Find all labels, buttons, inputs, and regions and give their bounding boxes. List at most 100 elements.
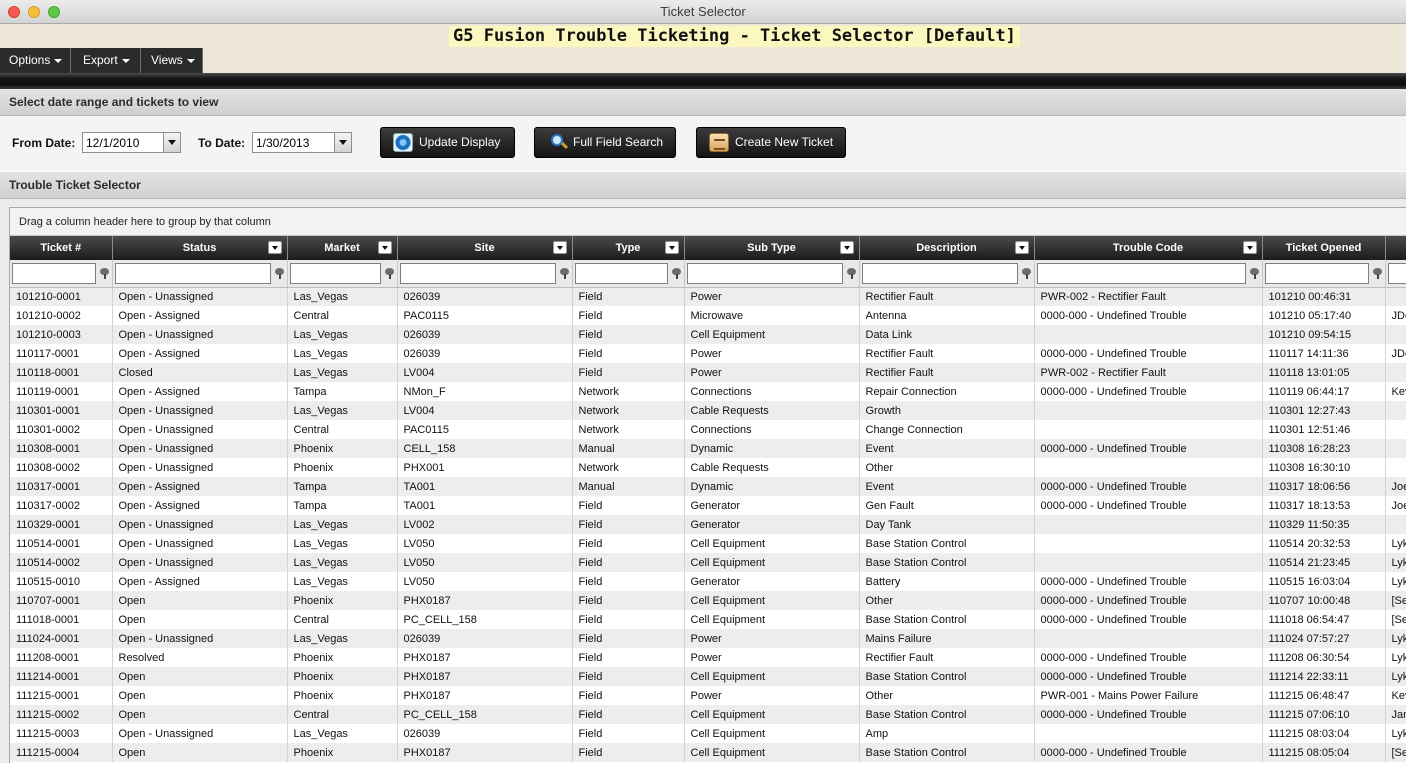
- table-row[interactable]: 111215-0001 Open Phoenix PHX0187 Field Power O…: [10, 686, 1406, 705]
- filter-icon[interactable]: [1021, 268, 1031, 279]
- table-cell: Open - Assigned: [112, 344, 288, 363]
- window-minimize-icon[interactable]: [28, 6, 40, 18]
- window-zoom-icon[interactable]: [48, 6, 60, 18]
- table-cell: 110308-0001: [10, 439, 113, 458]
- table-cell: Las_Vegas: [287, 724, 398, 743]
- refresh-icon: [393, 133, 413, 152]
- table-row[interactable]: 110514-0002 Open - Unassigned Las_Vegas LV0…: [10, 553, 1406, 572]
- filter-icon[interactable]: [99, 268, 109, 279]
- table-cell: [1034, 458, 1263, 477]
- filter-icon[interactable]: [1372, 268, 1382, 279]
- column-menu-icon[interactable]: [377, 241, 392, 254]
- table-row[interactable]: 110317-0001 Open - Assigned Tampa TA001 Manu…: [10, 477, 1406, 496]
- export-menu[interactable]: Export: [71, 48, 141, 73]
- column-header[interactable]: Ticket Opened: [1262, 236, 1386, 260]
- from-date-picker[interactable]: [82, 132, 181, 153]
- group-by-drop-zone[interactable]: Drag a column header here to group by th…: [10, 208, 1406, 236]
- table-cell: Jan: [1385, 705, 1406, 724]
- window-close-icon[interactable]: [8, 6, 20, 18]
- column-menu-icon[interactable]: [1242, 241, 1257, 254]
- table-row[interactable]: 101210-0002 Open - Assigned Central PAC0115…: [10, 306, 1406, 325]
- column-header[interactable]: Sub Type: [684, 236, 860, 260]
- table-cell: [1034, 629, 1263, 648]
- table-row[interactable]: 110117-0001 Open - Assigned Las_Vegas 02603…: [10, 344, 1406, 363]
- table-row[interactable]: 110707-0001 Open Phoenix PHX0187 Field Cell E…: [10, 591, 1406, 610]
- table-row[interactable]: 110308-0001 Open - Unassigned Phoenix CELL_…: [10, 439, 1406, 458]
- column-menu-icon[interactable]: [552, 241, 567, 254]
- table-row[interactable]: 110118-0001 Closed Las_Vegas LV004 Field Powe…: [10, 363, 1406, 382]
- to-date-picker[interactable]: [252, 132, 352, 153]
- table-cell: [1034, 515, 1263, 534]
- table-row[interactable]: 110515-0010 Open - Assigned Las_Vegas LV050…: [10, 572, 1406, 591]
- column-filter-input[interactable]: [861, 262, 1018, 284]
- column-filter-input[interactable]: [399, 262, 556, 284]
- column-filter-input[interactable]: [686, 262, 843, 284]
- filter-icon[interactable]: [671, 268, 681, 279]
- table-cell: 110317-0001: [10, 477, 113, 496]
- column-header[interactable]: Market: [287, 236, 398, 260]
- table-row[interactable]: 110119-0001 Open - Assigned Tampa NMon_F Net…: [10, 382, 1406, 401]
- filter-icon[interactable]: [274, 268, 284, 279]
- table-row[interactable]: 111215-0003 Open - Unassigned Las_Vegas 026…: [10, 724, 1406, 743]
- column-header[interactable]: Description: [859, 236, 1035, 260]
- column-filter-input[interactable]: [1036, 262, 1246, 284]
- table-row[interactable]: 110317-0002 Open - Assigned Tampa TA001 Fiel…: [10, 496, 1406, 515]
- column-header[interactable]: Site: [397, 236, 573, 260]
- column-header[interactable]: Ticket #: [10, 236, 113, 260]
- table-cell: Kev: [1385, 382, 1406, 401]
- table-row[interactable]: 110514-0001 Open - Unassigned Las_Vegas LV0…: [10, 534, 1406, 553]
- table-cell: PAC0115: [397, 420, 573, 439]
- column-header[interactable]: [1385, 236, 1406, 260]
- column-filter-input[interactable]: [1387, 262, 1406, 284]
- column-filter-input[interactable]: [12, 262, 96, 284]
- column-filter-input[interactable]: [114, 262, 271, 284]
- filter-icon[interactable]: [559, 268, 569, 279]
- table-row[interactable]: 111215-0004 Open Phoenix PHX0187 Field Cell E…: [10, 743, 1406, 762]
- table-cell: LV050: [397, 553, 573, 572]
- chevron-down-icon[interactable]: [163, 133, 180, 152]
- table-row[interactable]: 111215-0002 Open Central PC_CELL_158 Field Ce…: [10, 705, 1406, 724]
- table-row[interactable]: 111018-0001 Open Central PC_CELL_158 Field Ce…: [10, 610, 1406, 629]
- column-menu-icon[interactable]: [1014, 241, 1029, 254]
- table-row[interactable]: 101210-0003 Open - Unassigned Las_Vegas 026…: [10, 325, 1406, 344]
- column-menu-icon[interactable]: [664, 241, 679, 254]
- table-cell: Other: [859, 591, 1035, 610]
- table-row[interactable]: 111024-0001 Open - Unassigned Las_Vegas 026…: [10, 629, 1406, 648]
- chevron-down-icon[interactable]: [334, 133, 351, 152]
- update-display-button[interactable]: Update Display: [380, 127, 515, 158]
- column-filter-input[interactable]: [1264, 262, 1369, 284]
- table-row[interactable]: 111214-0001 Open Phoenix PHX0187 Field Cell E…: [10, 667, 1406, 686]
- options-menu[interactable]: Options: [0, 48, 71, 73]
- table-cell: [1034, 420, 1263, 439]
- table-row[interactable]: 111208-0001 Resolved Phoenix PHX0187 Field Po…: [10, 648, 1406, 667]
- column-header[interactable]: Trouble Code: [1034, 236, 1263, 260]
- table-cell: Cable Requests: [684, 401, 860, 420]
- table-row[interactable]: 110329-0001 Open - Unassigned Las_Vegas LV0…: [10, 515, 1406, 534]
- table-cell: [1385, 401, 1406, 420]
- full-field-search-button[interactable]: Full Field Search: [534, 127, 676, 158]
- table-row[interactable]: 110301-0002 Open - Unassigned Central PAC01…: [10, 420, 1406, 439]
- filter-cell: [287, 260, 398, 288]
- table-row[interactable]: 110308-0002 Open - Unassigned Phoenix PHX00…: [10, 458, 1406, 477]
- column-menu-icon[interactable]: [839, 241, 854, 254]
- table-cell: 110308 16:30:10: [1262, 458, 1386, 477]
- filter-icon[interactable]: [846, 268, 856, 279]
- table-row[interactable]: 101210-0001 Open - Unassigned Las_Vegas 026…: [10, 287, 1406, 306]
- table-row[interactable]: 110301-0001 Open - Unassigned Las_Vegas LV0…: [10, 401, 1406, 420]
- table-cell: 110317 18:13:53: [1262, 496, 1386, 515]
- table-cell: CELL_158: [397, 439, 573, 458]
- create-new-ticket-button[interactable]: Create New Ticket: [696, 127, 846, 158]
- filter-icon[interactable]: [1249, 268, 1259, 279]
- filter-icon[interactable]: [384, 268, 394, 279]
- filter-cell: [1034, 260, 1263, 288]
- table-cell: Las_Vegas: [287, 344, 398, 363]
- column-header[interactable]: Status: [112, 236, 288, 260]
- column-header-row: Ticket # Status Market Site Type Sub Type Desc…: [10, 236, 1406, 260]
- views-menu[interactable]: Views: [141, 48, 203, 73]
- column-filter-input[interactable]: [289, 262, 381, 284]
- table-cell: Open: [112, 743, 288, 762]
- column-menu-icon[interactable]: [267, 241, 282, 254]
- column-header[interactable]: Type: [572, 236, 685, 260]
- table-cell: Connections: [684, 382, 860, 401]
- column-filter-input[interactable]: [574, 262, 668, 284]
